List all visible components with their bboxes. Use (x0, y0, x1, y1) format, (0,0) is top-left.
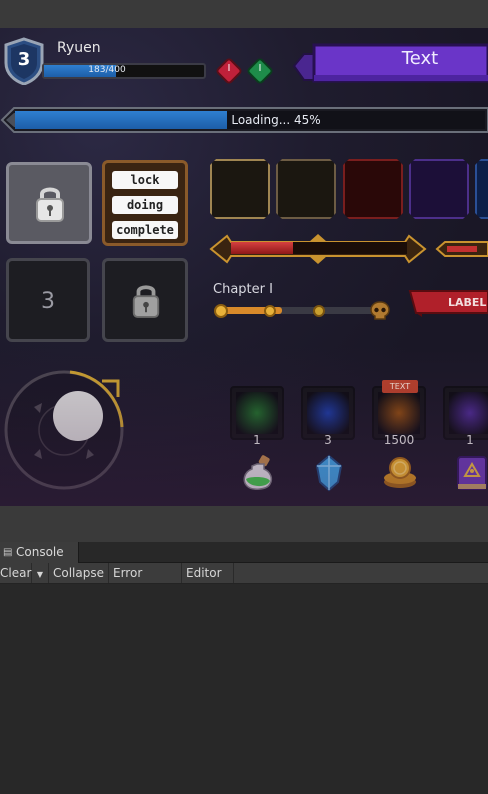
banner-text: Text (401, 48, 439, 69)
purple-frame (409, 159, 469, 219)
ornate-bar-track (231, 242, 407, 254)
player-name: Ryuen (57, 40, 101, 56)
editor-dropdown-label: Editor (186, 566, 222, 580)
gold-frame (210, 159, 270, 219)
lock-button[interactable]: lock (112, 171, 178, 189)
red-gem-badge: I (214, 56, 244, 86)
item-count: 1 (253, 433, 261, 447)
loading-text: Loading... 45% (231, 113, 321, 127)
chapter-title: Chapter I (213, 282, 273, 297)
doing-button[interactable]: doing (112, 196, 178, 214)
red-gem-label: I (227, 63, 231, 74)
padlock-icon (132, 285, 160, 318)
padlock-icon (36, 187, 64, 222)
item-slot-glow (307, 392, 349, 434)
error-pause-button[interactable]: Error Pause (109, 563, 182, 600)
item-count: 1500 (383, 433, 415, 447)
numbered-slot[interactable]: 3 (6, 258, 90, 342)
item-slot-glow (378, 392, 420, 434)
item-slot-glow (236, 392, 278, 434)
ornate-bar-frame-small (435, 241, 488, 257)
chapter-node-start[interactable] (214, 304, 228, 318)
item-badge: TEXT (382, 380, 418, 393)
status-buttons-panel: lock doing complete (102, 160, 188, 246)
slot-number: 3 (41, 289, 55, 314)
hp-text: 183/400 (88, 65, 126, 75)
window-top-strip (0, 0, 488, 28)
clear-button[interactable]: Clear (0, 563, 32, 583)
blue-crystal-icon (315, 454, 343, 492)
green-gem-label: I (258, 63, 262, 74)
locked-slot[interactable] (102, 258, 188, 342)
joystick-knob[interactable] (53, 391, 103, 441)
item-slot[interactable] (372, 386, 426, 440)
locked-slot-highlighted[interactable] (6, 162, 92, 244)
green-potion-icon (243, 455, 273, 490)
item-slot[interactable] (230, 386, 284, 440)
chapter-node[interactable] (264, 305, 276, 317)
console-log-area[interactable] (0, 584, 488, 794)
spell-book-icon (457, 456, 487, 490)
tab-console[interactable]: ▤ Console (0, 542, 79, 563)
chevron-down-icon: ▼ (36, 570, 44, 579)
game-view: 3 Ryuen 183/400 I I Text Loading... 45% (0, 28, 488, 506)
collapse-button[interactable]: Collapse (49, 563, 109, 583)
console-toolbar: Clear ▼ Collapse Error Pause Editor ▼ (0, 563, 488, 600)
item-slot[interactable] (301, 386, 355, 440)
editor-gap (0, 506, 488, 542)
chapter-progress-track (220, 307, 374, 314)
blue-frame (475, 159, 488, 219)
item-slot-glow (449, 392, 488, 434)
green-gem-badge: I (245, 56, 275, 86)
complete-button[interactable]: complete (112, 221, 178, 239)
bronze-frame (276, 159, 336, 219)
red-frame (343, 159, 403, 219)
item-count: 3 (324, 433, 332, 447)
gold-coins-icon (384, 457, 416, 488)
item-count: 1 (466, 433, 474, 447)
boss-skull-icon (370, 301, 390, 320)
chapter-node[interactable] (313, 305, 325, 317)
ornate-bar-fill (231, 242, 293, 254)
clear-options-dropdown[interactable]: ▼ (32, 563, 49, 583)
item-slot[interactable] (443, 386, 488, 440)
tab-console-label: Console (16, 545, 64, 559)
player-level: 3 (17, 49, 31, 70)
editor-dropdown[interactable]: Editor ▼ (182, 563, 234, 599)
console-icon: ▤ (3, 547, 13, 558)
label-ribbon-text: LABEL (448, 296, 487, 309)
